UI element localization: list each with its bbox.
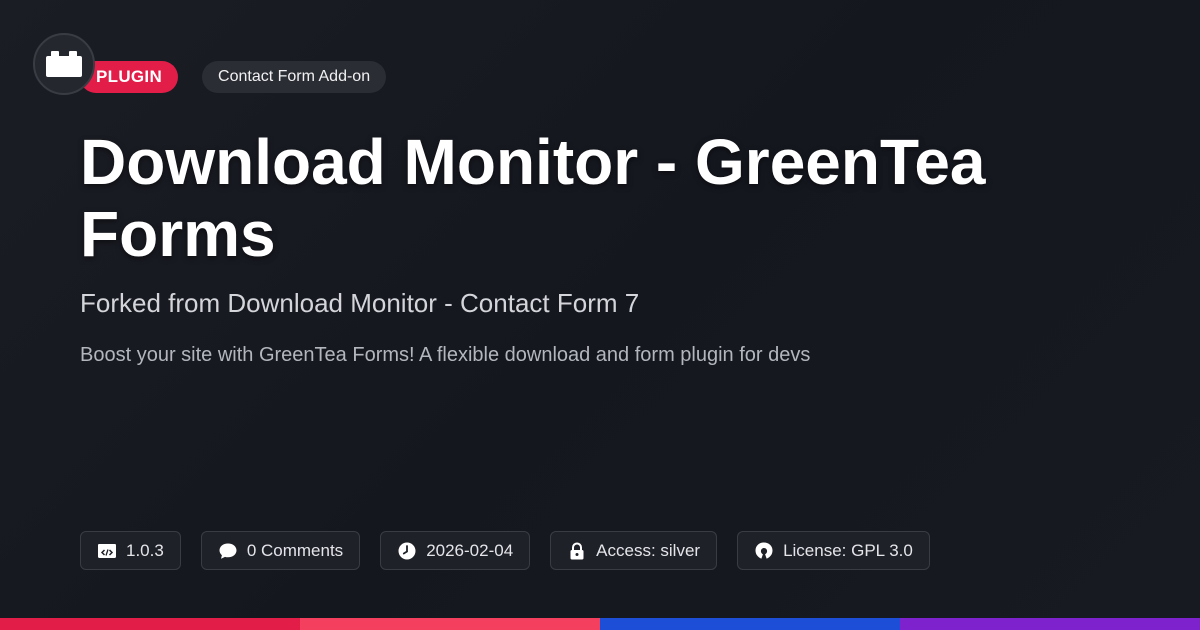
comments-value: 0 Comments [246,540,344,560]
open-source-icon [755,542,773,559]
version-value: 1.0.3 [126,540,164,560]
license-pill: License: GPL 3.0 [737,531,930,570]
code-file-icon [98,543,116,558]
page-description: Boost your site with GreenTea Forms! A f… [80,344,811,366]
license-value: License: GPL 3.0 [783,540,913,560]
bar-segment [300,618,600,630]
page-subtitle: Forked from Download Monitor - Contact F… [80,288,640,318]
bar-segment [900,618,1200,630]
lock-icon [570,541,584,559]
page-title: Download Monitor - GreenTea Forms [80,126,986,270]
bar-segment [0,618,300,630]
bottom-color-bar [0,618,1200,630]
category-badge[interactable]: Contact Form Add-on [202,61,387,93]
date-pill: 2026-02-04 [380,531,531,570]
bar-segment [600,618,900,630]
comment-bubble-icon [219,543,237,559]
comments-pill[interactable]: 0 Comments [200,531,361,570]
version-pill: 1.0.3 [80,531,181,570]
date-value: 2026-02-04 [426,540,514,560]
access-pill: Access: silver [550,531,718,570]
clock-icon [398,542,416,559]
access-value: Access: silver [596,540,701,560]
tag-row: PLUGIN Contact Form Add-on [80,61,387,93]
plugin-logo [33,33,95,95]
plugin-block-icon [46,51,82,77]
meta-row: 1.0.3 0 Comments 2026-02-04 Access: silv… [80,531,930,570]
